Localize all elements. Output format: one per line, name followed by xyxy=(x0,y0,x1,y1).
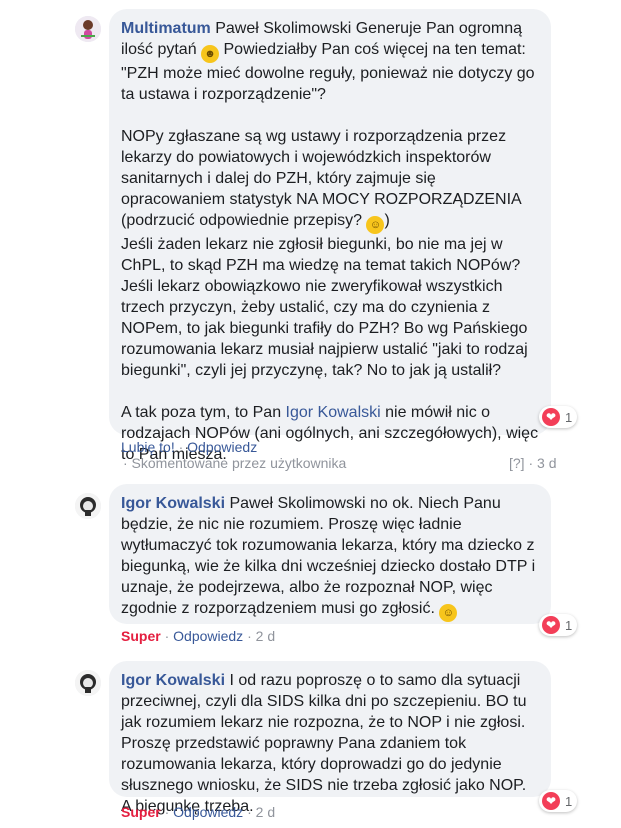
separator: · xyxy=(178,439,184,455)
reaction-number: 1 xyxy=(565,409,573,425)
avatar[interactable] xyxy=(75,493,101,519)
separator: · xyxy=(528,455,534,471)
separator: · xyxy=(164,804,170,820)
reply-button[interactable]: Odpowiedz xyxy=(187,439,257,455)
laughing-emoji-icon: ☺ xyxy=(366,216,385,234)
separator: · xyxy=(247,628,252,644)
super-reaction-button[interactable]: Super xyxy=(121,628,161,644)
reply-button[interactable]: Odpowiedz xyxy=(173,628,243,644)
edited-note-text: · Skomentowane przez użytkownika xyxy=(123,455,347,471)
comment-actions: Super · Odpowiedz · 2 d xyxy=(121,804,275,820)
timestamp[interactable]: 2 d xyxy=(256,804,275,820)
reaction-count[interactable]: ❤ 1 xyxy=(539,406,578,428)
profile-photo-icon xyxy=(75,670,101,696)
edit-history-link[interactable]: [?] xyxy=(509,455,525,471)
profile-photo-icon xyxy=(75,16,101,42)
heart-icon: ❤ xyxy=(542,408,560,426)
reaction-count[interactable]: ❤ 1 xyxy=(539,614,578,636)
author-name[interactable]: Igor Kowalski xyxy=(121,672,225,689)
author-name[interactable]: Igor Kowalski xyxy=(121,495,225,512)
comment-text: ) Jeśli żaden lekarz nie zgłosił biegunk… xyxy=(121,212,528,379)
smiling-emoji-icon: ☺ xyxy=(439,604,458,622)
like-button[interactable]: Lubię to! xyxy=(121,439,175,455)
heart-icon: ❤ xyxy=(542,792,560,810)
comment-text: I od razu poproszę o to samo dla sytuacj… xyxy=(121,672,527,815)
comment-meta: [?] · 3 d xyxy=(509,455,557,471)
comment-actions: Lubię to! · Odpowiedz xyxy=(121,439,257,455)
comment-text: A tak poza tym, to Pan xyxy=(121,404,286,421)
comment-bubble: Multimatum Paweł Skolimowski Generuje Pa… xyxy=(109,9,551,463)
edited-note: · Skomentowane przez użytkownika xyxy=(123,455,346,471)
reaction-count[interactable]: ❤ 1 xyxy=(539,790,578,812)
separator: · xyxy=(164,628,170,644)
avatar[interactable] xyxy=(75,16,101,42)
avatar[interactable] xyxy=(75,670,101,696)
comment-paragraph-2: NOPy zgłaszane są wg ustawy i rozporządz… xyxy=(121,126,539,381)
mention-link[interactable]: Igor Kowalski xyxy=(286,404,381,421)
grinning-emoji-icon: ☻ xyxy=(201,45,220,63)
comment-bubble: Igor Kowalski I od razu poproszę o to sa… xyxy=(109,661,551,815)
reply-button[interactable]: Odpowiedz xyxy=(173,804,243,820)
comment-paragraph: Igor Kowalski I od razu poproszę o to sa… xyxy=(121,670,539,817)
comment-actions: Super · Odpowiedz · 2 d xyxy=(121,628,275,644)
comment-text: NOPy zgłaszane są wg ustawy i rozporządz… xyxy=(121,128,521,229)
heart-icon: ❤ xyxy=(542,616,560,634)
separator: · xyxy=(247,804,252,820)
profile-photo-icon xyxy=(75,493,101,519)
comment-text: Paweł Skolimowski no ok. Niech Panu będz… xyxy=(121,495,536,617)
timestamp[interactable]: 3 d xyxy=(537,455,556,471)
super-reaction-button[interactable]: Super xyxy=(121,804,161,820)
comment-bubble: Igor Kowalski Paweł Skolimowski no ok. N… xyxy=(109,484,551,624)
comment-paragraph: Igor Kowalski Paweł Skolimowski no ok. N… xyxy=(121,493,539,622)
reaction-number: 1 xyxy=(565,617,573,633)
timestamp[interactable]: 2 d xyxy=(256,628,275,644)
comment-paragraph-1: Multimatum Paweł Skolimowski Generuje Pa… xyxy=(121,18,539,105)
author-name[interactable]: Multimatum xyxy=(121,20,211,37)
reaction-number: 1 xyxy=(565,793,573,809)
